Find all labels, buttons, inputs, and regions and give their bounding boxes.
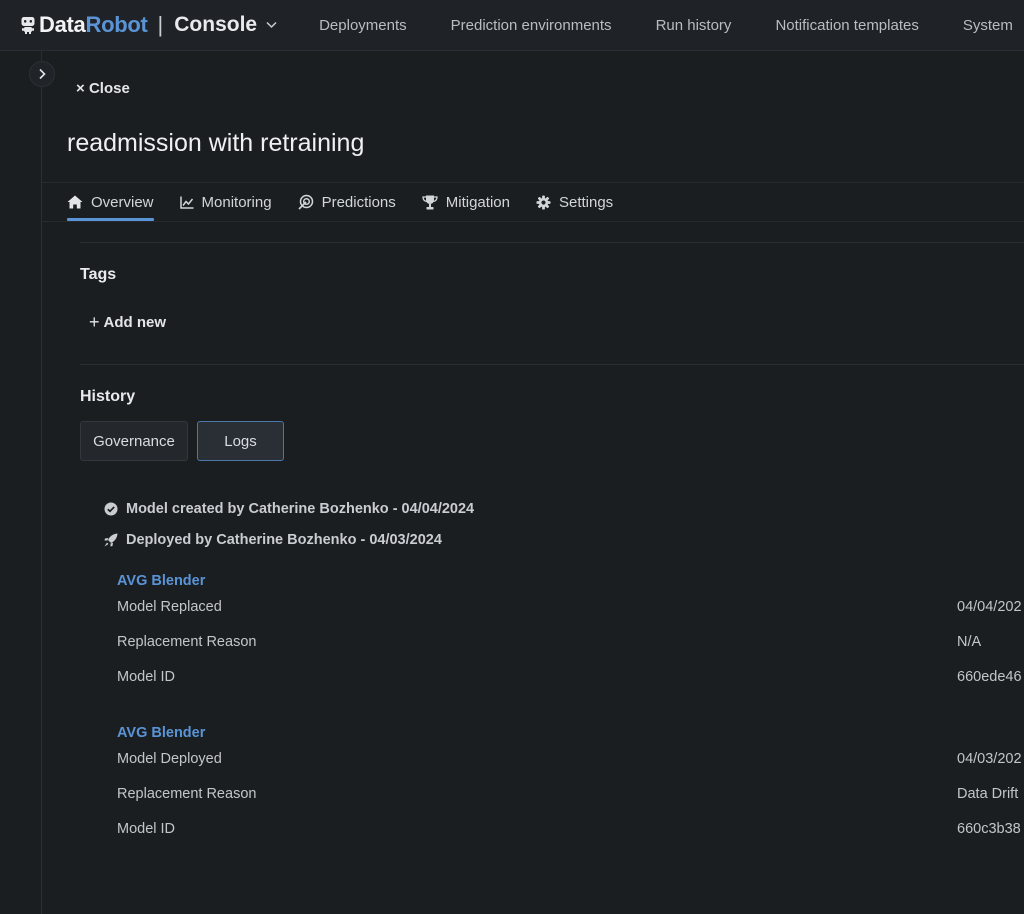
model-link[interactable]: AVG Blender [117,573,205,589]
main-nav: Deployments Prediction environments Run … [319,17,1024,34]
history-event: Deployed by Catherine Bozhenko - 04/03/2… [104,532,442,548]
section-divider [80,364,1024,365]
close-icon: × [76,80,89,97]
history-event: Model created by Catherine Bozhenko - 04… [104,501,474,517]
brand[interactable]: Data Robot | Console [20,12,277,38]
app-switcher-label[interactable]: Console [174,13,257,37]
tags-section-title: Tags [80,266,117,283]
add-tag-label: Add new [103,314,167,331]
expand-sidebar-button[interactable] [29,61,55,87]
entry-value: 660ede46 [957,669,1022,685]
entry-value: 04/03/202 [957,751,1022,767]
left-rail [0,51,42,914]
tab-monitoring[interactable]: Monitoring [179,183,272,221]
page-title: readmission with retraining [67,129,365,157]
close-label: Close [88,80,130,97]
entry-value: Data Drift [957,786,1019,802]
logs-button[interactable]: Logs [197,421,284,461]
top-navigation: Data Robot | Console Deployments Predicti… [0,0,1024,51]
nav-system[interactable]: System [963,17,1013,34]
rocket-icon [104,533,118,547]
tab-mitigation[interactable]: Mitigation [422,183,510,221]
check-circle-icon [104,502,118,516]
entry-value: 660c3b38 [957,821,1021,837]
entry-label: Replacement Reason [117,634,257,650]
governance-button[interactable]: Governance [80,421,188,461]
tabs-divider-bottom [42,221,1024,222]
brand-name-robot: Robot [85,12,148,37]
tab-overview-label: Overview [91,193,154,211]
event-text: Model created by Catherine Bozhenko - 04… [126,501,475,517]
entry-value: N/A [957,634,982,650]
chevron-right-icon [39,68,46,80]
tab-settings[interactable]: Settings [536,183,613,221]
tab-predictions-label: Predictions [321,193,396,211]
home-icon [67,195,83,209]
entry-label: Replacement Reason [117,786,257,802]
nav-prediction-environments[interactable]: Prediction environments [451,17,612,34]
add-tag-button[interactable]: + Add new [89,312,167,332]
entry-label: Model ID [117,669,176,685]
model-link[interactable]: AVG Blender [117,725,205,741]
entry-label: Model ID [117,821,176,837]
line-chart-icon [179,196,194,209]
entry-label: Model Replaced [117,599,222,615]
section-divider [80,242,1024,243]
event-text: Deployed by Catherine Bozhenko - 04/03/2… [126,532,442,548]
entry-label: Model Deployed [117,751,222,767]
predictions-target-icon [297,194,313,210]
chevron-down-icon[interactable] [266,21,277,29]
tab-settings-label: Settings [558,193,614,211]
history-section-title: History [80,388,136,405]
robot-logo-icon [21,17,35,34]
close-button[interactable]: × Close [76,80,130,97]
brand-name-data: Data [39,12,86,37]
trophy-icon [422,195,438,209]
tab-monitoring-label: Monitoring [201,193,272,211]
tab-mitigation-label: Mitigation [445,193,510,211]
entry-value: 04/04/202 [957,599,1022,615]
plus-icon: + [89,312,100,332]
brand-separator: | [157,12,164,37]
tab-predictions[interactable]: Predictions [297,183,396,221]
nav-deployments[interactable]: Deployments [319,17,407,34]
tab-overview[interactable]: Overview [67,183,154,221]
nav-notification-templates[interactable]: Notification templates [775,17,918,34]
deployment-tabs: Overview Monitoring Predictions Mitigati… [67,183,639,221]
gear-icon [536,194,551,210]
nav-run-history[interactable]: Run history [656,17,732,34]
